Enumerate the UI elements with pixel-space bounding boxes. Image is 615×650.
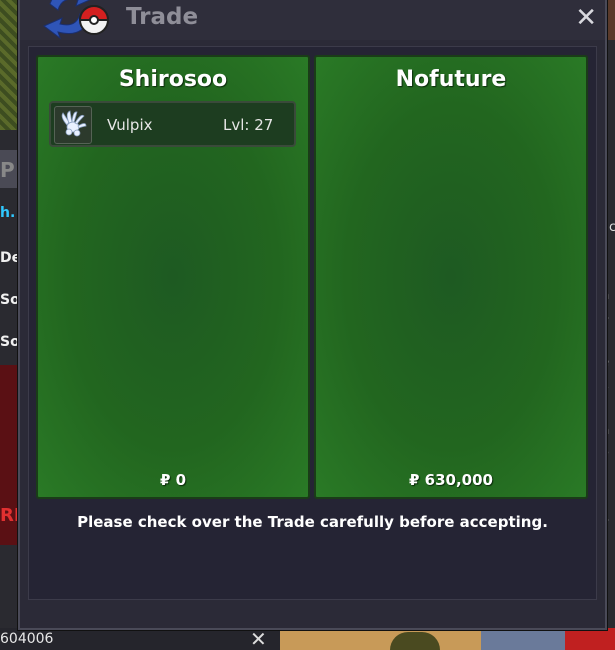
close-button[interactable]: ✕: [575, 2, 597, 34]
hud-red-panel: RE: [0, 365, 26, 545]
trade-swap-pokeball-icon: [43, 0, 110, 40]
left-trader-name: Shirosoo: [118, 67, 228, 92]
left-hud: P h. De So So RE: [0, 0, 26, 650]
vulpix-sprite-icon: [54, 106, 92, 144]
trade-item-slot[interactable]: Vulpix Lvl: 27: [49, 101, 296, 147]
right-money-offer: ₽ 630,000: [409, 471, 493, 489]
item-name: Vulpix: [107, 116, 153, 134]
bottom-hud: 604006 ✕: [0, 627, 615, 650]
hud-label: h.: [0, 205, 16, 221]
left-money-offer: ₽ 0: [159, 471, 187, 489]
item-level: Lvl: 27: [223, 116, 274, 134]
hud-label: P: [0, 158, 15, 182]
map-tile: [0, 0, 20, 130]
trade-window: Trade ✕ Shirosoo Vulpix Lvl: 27 ₽ 0 Nofu…: [18, 0, 607, 630]
title-bar[interactable]: Trade ✕: [20, 0, 605, 40]
left-trade-panel: Shirosoo Vulpix Lvl: 27 ₽ 0: [36, 55, 310, 499]
player-id-text: 604006: [0, 631, 54, 647]
hud-label: So: [0, 292, 20, 308]
trade-content: Shirosoo Vulpix Lvl: 27 ₽ 0 Nofuture ₽ 6…: [28, 46, 597, 600]
right-trade-panel: Nofuture ₽ 630,000: [314, 55, 588, 499]
bottom-close-icon[interactable]: ✕: [250, 627, 267, 650]
hud-label: So: [0, 334, 20, 350]
trade-notice: Please check over the Trade carefully be…: [77, 513, 548, 531]
scene-strip: [280, 628, 615, 650]
right-trader-name: Nofuture: [395, 67, 507, 92]
window-title: Trade: [126, 4, 199, 30]
